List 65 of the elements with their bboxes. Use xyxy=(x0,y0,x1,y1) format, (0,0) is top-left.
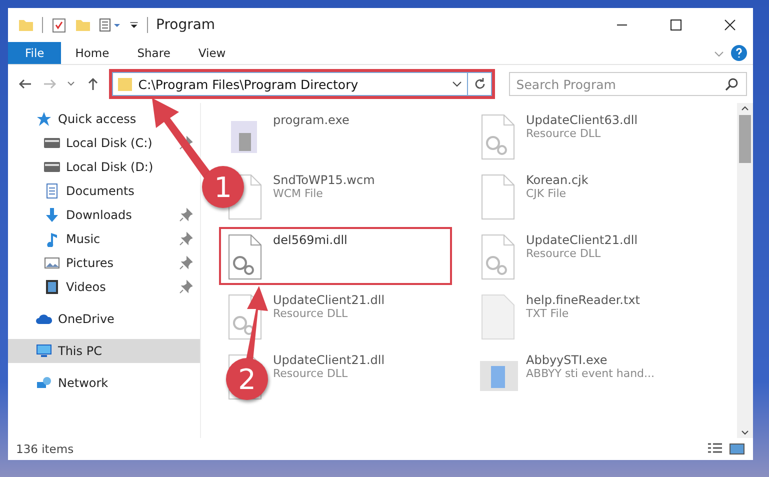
pin-icon xyxy=(178,279,194,295)
video-icon xyxy=(44,279,60,295)
large-icons-view-icon[interactable] xyxy=(729,442,745,456)
file-type: ABBYY sti event hand... xyxy=(526,367,655,380)
nav-item[interactable]: This PC xyxy=(8,339,200,363)
file-menu-button[interactable]: File xyxy=(8,42,62,64)
nav-item[interactable]: Pictures xyxy=(8,251,200,275)
file-type: Resource DLL xyxy=(526,247,602,260)
pin-icon xyxy=(178,207,194,223)
file-type: TXT File xyxy=(526,307,570,320)
back-arrow-icon xyxy=(18,77,32,91)
folder-icon xyxy=(117,76,134,92)
ribbon-tab[interactable]: Home xyxy=(61,42,124,64)
file-type: Resource DLL xyxy=(273,307,349,320)
nav-item[interactable]: Documents xyxy=(8,179,200,203)
address-field[interactable]: C:\Program Files\Program Directory xyxy=(112,72,468,96)
maximize-icon xyxy=(670,19,682,31)
item-count: 136 items xyxy=(16,442,74,456)
network-icon xyxy=(36,375,52,391)
drive-icon xyxy=(44,159,60,175)
file-name[interactable]: AbbyySTI.exe xyxy=(526,353,655,367)
file-type: Resource DLL xyxy=(526,127,602,140)
pc-icon xyxy=(36,343,52,359)
star-icon xyxy=(36,111,52,127)
view-options-icon[interactable] xyxy=(99,17,121,33)
file-type: Resource DLL xyxy=(273,367,349,380)
file-name[interactable]: UpdateClient21.dll xyxy=(273,293,385,307)
scrollbar[interactable] xyxy=(737,103,753,438)
nav-item[interactable]: Downloads xyxy=(8,203,200,227)
file-name[interactable]: UpdateClient63.dll xyxy=(526,113,638,127)
file-name[interactable]: SndToWP15.wcm xyxy=(273,173,375,187)
nav-item[interactable]: Quick access xyxy=(8,107,200,131)
ribbon-tab[interactable]: View xyxy=(184,42,240,64)
scrollbar-thumb[interactable] xyxy=(739,115,751,163)
up-arrow-icon xyxy=(86,77,100,91)
pin-icon xyxy=(178,231,194,247)
nav-item[interactable]: Videos xyxy=(8,275,200,299)
file-name[interactable]: UpdateClient21.dll xyxy=(273,353,385,367)
music-icon xyxy=(44,231,60,247)
help-icon[interactable] xyxy=(731,45,747,61)
file-type: CJK File xyxy=(526,187,568,200)
nav-item[interactable]: Local Disk (D:) xyxy=(8,155,200,179)
nav-item[interactable]: OneDrive xyxy=(8,307,200,331)
forward-arrow-icon xyxy=(42,77,57,91)
document-icon xyxy=(44,183,60,199)
picture-icon xyxy=(44,255,60,271)
drive-icon xyxy=(44,135,60,151)
pin-icon xyxy=(178,255,194,271)
file-name[interactable]: del569mi.dll xyxy=(273,233,348,247)
close-icon xyxy=(724,19,736,31)
details-view-icon[interactable] xyxy=(707,442,723,456)
download-icon xyxy=(44,207,60,223)
window-title: Program xyxy=(156,17,216,33)
refresh-button[interactable] xyxy=(468,72,492,96)
ribbon-tab[interactable]: Share xyxy=(123,42,184,64)
file-name[interactable]: help.fineReader.txt xyxy=(526,293,640,307)
file-type: WCM File xyxy=(273,187,324,200)
refresh-icon xyxy=(472,77,487,91)
properties-icon[interactable] xyxy=(51,17,67,33)
nav-item[interactable]: Network xyxy=(8,371,200,395)
file-name[interactable]: Korean.cjk xyxy=(526,173,588,187)
search-field[interactable]: Search Program xyxy=(509,72,747,96)
file-name[interactable]: program.exe xyxy=(273,113,350,127)
nav-item[interactable]: Music xyxy=(8,227,200,251)
file-name[interactable]: UpdateClient21.dll xyxy=(526,233,638,247)
